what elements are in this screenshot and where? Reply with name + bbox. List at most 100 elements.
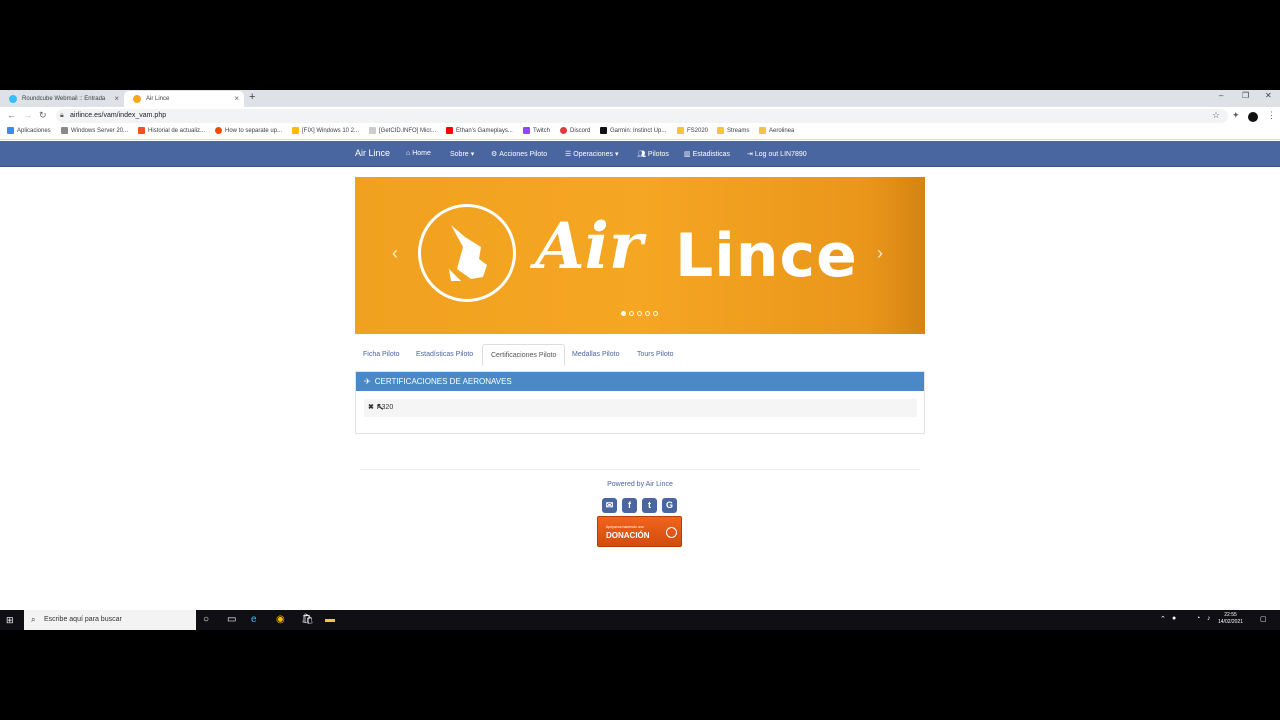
bookmark-item[interactable]: Windows Server 20... bbox=[61, 127, 128, 134]
donate-button[interactable]: Apóyanos haciendo una DONACIÓN bbox=[597, 516, 682, 547]
nav-logout[interactable]: ⇥ Log out LIN7890 bbox=[747, 150, 807, 159]
windows-start-icon[interactable]: ⊞ bbox=[6, 615, 14, 626]
facebook-icon[interactable]: f bbox=[622, 498, 637, 513]
panel-title: CERTIFICACIONES DE AERONAVES bbox=[374, 377, 512, 386]
tab-strip: Roundcube Webmail :: Entrada × Air Lince… bbox=[0, 90, 1280, 107]
carousel-dot[interactable] bbox=[629, 311, 634, 316]
bookmark-item[interactable]: [FIX] Windows 10 2... bbox=[292, 127, 359, 134]
lynx-logo bbox=[418, 204, 516, 302]
roundcube-icon bbox=[9, 95, 17, 103]
banner-carousel[interactable]: Air Lince ‹ › bbox=[355, 177, 925, 334]
pilot-tabs: Ficha Piloto Estadísticas Piloto Certifi… bbox=[355, 344, 925, 366]
tab-estadisticas-piloto[interactable]: Estadísticas Piloto bbox=[408, 344, 481, 366]
extensions-icon[interactable]: ✦ bbox=[1232, 110, 1240, 121]
bookmark-item[interactable]: Twitch bbox=[523, 127, 550, 134]
carousel-dot[interactable] bbox=[637, 311, 642, 316]
back-button[interactable]: ← bbox=[7, 110, 16, 120]
browser-window: Roundcube Webmail :: Entrada × Air Lince… bbox=[0, 90, 1280, 630]
caret-down-icon: ▾ bbox=[614, 151, 619, 158]
carousel-next-icon[interactable]: › bbox=[877, 243, 883, 264]
edge-icon[interactable]: e bbox=[251, 614, 257, 625]
close-icon[interactable]: × bbox=[114, 94, 119, 103]
bookmark-item[interactable]: [GetCID.INFO] Micr... bbox=[369, 127, 436, 134]
brand-link[interactable]: Air Lince bbox=[355, 148, 390, 158]
taskbar: ⊞ ⌕ Escribe aquí para buscar ○ ▭ e ◉ 🛍︎ … bbox=[0, 610, 1280, 630]
folder-icon bbox=[677, 127, 684, 134]
carousel-prev-icon[interactable]: ‹ bbox=[392, 243, 398, 264]
twitter-icon[interactable]: t bbox=[642, 498, 657, 513]
certifications-panel: ✈︎ CERTIFICACIONES DE AERONAVES ✖ A320 bbox=[355, 371, 925, 434]
discord-icon bbox=[560, 127, 567, 134]
nav-estadisticas[interactable]: ▥ Estadisticas bbox=[684, 150, 730, 159]
clock[interactable]: 22:55 14/02/2021 bbox=[1218, 612, 1243, 626]
caret-down-icon: ▾ bbox=[470, 151, 475, 158]
carousel-dot[interactable] bbox=[645, 311, 650, 316]
panel-heading: ✈︎ CERTIFICACIONES DE AERONAVES bbox=[356, 372, 924, 391]
cortana-icon[interactable]: ○ bbox=[203, 614, 209, 625]
network-icon[interactable]: ◔ bbox=[1196, 615, 1200, 622]
tab-tours-piloto[interactable]: Tours Piloto bbox=[629, 344, 682, 366]
folder-icon bbox=[759, 127, 766, 134]
carousel-dot[interactable] bbox=[653, 311, 658, 316]
explorer-icon[interactable]: ▬ bbox=[325, 614, 335, 625]
twitch-icon bbox=[523, 127, 530, 134]
bookmark-item[interactable]: Discord bbox=[560, 127, 590, 134]
apps-icon bbox=[7, 127, 14, 134]
bookmarks-bar: Aplicaciones Windows Server 20... Histor… bbox=[0, 125, 1280, 140]
email-icon[interactable]: ✉ bbox=[602, 498, 617, 513]
toolbar: ← → ↻ 🔒︎ airlince.es/vam/index_vam.php ☆… bbox=[0, 107, 1280, 125]
powered-by-link[interactable]: Powered by Air Lince bbox=[0, 481, 1280, 488]
task-view-icon[interactable]: ▭ bbox=[227, 614, 236, 625]
bookmark-item[interactable]: Garmin: Instinct Up... bbox=[600, 127, 666, 134]
reddit-icon bbox=[215, 127, 222, 134]
store-icon[interactable]: 🛍︎ bbox=[301, 614, 314, 625]
nav-acciones[interactable]: ⚙ Acciones Piloto bbox=[491, 150, 547, 159]
tab-medallas-piloto[interactable]: Medallas Piloto bbox=[564, 344, 627, 366]
restore-button[interactable]: ❐ bbox=[1242, 91, 1249, 100]
nav-sobre[interactable]: Sobre ▾ bbox=[450, 150, 475, 159]
carousel-dot[interactable] bbox=[621, 311, 626, 316]
divider bbox=[360, 469, 920, 470]
window-close-button[interactable]: ✕ bbox=[1265, 91, 1272, 100]
notification-icon[interactable]: ▢ bbox=[1260, 615, 1267, 623]
bookmark-item[interactable]: Aplicaciones bbox=[7, 127, 51, 134]
nav-pilotos[interactable]: 👥︎ Pilotos bbox=[637, 150, 669, 159]
nav-home[interactable]: ⌂ Home bbox=[406, 150, 431, 157]
lynx-icon bbox=[133, 95, 141, 103]
reload-button[interactable]: ↻ bbox=[39, 110, 47, 121]
bookmark-item[interactable]: Streams bbox=[717, 127, 749, 134]
logout-icon: ⇥ bbox=[747, 151, 753, 158]
tab-roundcube[interactable]: Roundcube Webmail :: Entrada × bbox=[0, 91, 124, 107]
avatar[interactable] bbox=[1248, 112, 1258, 122]
youtube-icon bbox=[446, 127, 453, 134]
address-bar[interactable]: 🔒︎ airlince.es/vam/index_vam.php bbox=[56, 109, 1228, 123]
bookmark-item[interactable]: FS2020 bbox=[677, 127, 708, 134]
tab-certificaciones-piloto[interactable]: Certificaciones Piloto bbox=[482, 344, 566, 366]
new-tab-button[interactable]: + bbox=[249, 91, 255, 103]
users-icon: 👥︎ bbox=[637, 151, 646, 158]
chart-icon: ▥ bbox=[684, 151, 691, 158]
star-icon[interactable]: ☆ bbox=[1212, 110, 1220, 121]
chrome-icon[interactable]: ◉ bbox=[276, 614, 285, 625]
microsoft-icon bbox=[138, 127, 145, 134]
page-icon bbox=[369, 127, 376, 134]
forward-button[interactable]: → bbox=[23, 110, 32, 120]
bookmark-item[interactable]: Historial de actualiz... bbox=[138, 127, 205, 134]
tab-air-lince[interactable]: Air Lince × bbox=[124, 91, 244, 107]
cogs-icon: ⚙ bbox=[491, 151, 498, 158]
bookmark-item[interactable]: How to separate up... bbox=[215, 127, 282, 134]
volume-icon[interactable]: ♪ bbox=[1207, 615, 1211, 622]
bookmark-item[interactable]: Aerolinea bbox=[759, 127, 794, 134]
bookmark-item[interactable]: Ethan's Gameplays... bbox=[446, 127, 513, 134]
menu-icon[interactable]: ⋮ bbox=[1267, 110, 1276, 121]
close-icon[interactable]: × bbox=[234, 94, 239, 103]
tab-ficha-piloto[interactable]: Ficha Piloto bbox=[355, 344, 408, 366]
minimize-button[interactable]: – bbox=[1219, 91, 1223, 100]
donate-subtext: Apóyanos haciendo una bbox=[606, 525, 644, 529]
nav-operaciones[interactable]: ☰ Operaciones ▾ bbox=[565, 150, 619, 159]
tray-chevron-icon[interactable]: ⌃ bbox=[1160, 615, 1166, 623]
carousel-indicators bbox=[621, 311, 658, 316]
plane-icon: ✈︎ bbox=[364, 377, 371, 386]
google-plus-icon[interactable]: G bbox=[662, 498, 677, 513]
taskbar-search[interactable]: ⌕ Escribe aquí para buscar bbox=[24, 610, 196, 630]
